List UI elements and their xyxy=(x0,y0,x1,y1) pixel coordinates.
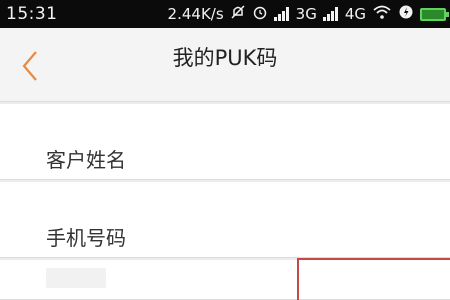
network-3g: 3G xyxy=(295,5,317,23)
customer-name-label: 客户姓名 xyxy=(46,148,126,172)
status-bar: 15:31 2.44K/s 3G 4G xyxy=(0,0,450,28)
page-title: 我的PUK码 xyxy=(172,46,278,70)
status-time: 15:31 xyxy=(6,4,58,24)
status-icons: 2.44K/s 3G 4G xyxy=(167,4,449,24)
phone-number-field[interactable]: 手机号码 xyxy=(0,182,450,258)
customer-name-field[interactable]: 客户姓名 xyxy=(0,104,450,180)
net-speed: 2.44K/s xyxy=(167,5,224,23)
code-input-box[interactable] xyxy=(297,258,450,300)
network-4g: 4G xyxy=(344,5,366,23)
wifi-icon xyxy=(372,4,392,24)
mute-icon xyxy=(230,4,246,24)
signal-icon xyxy=(273,7,290,21)
battery-icon xyxy=(420,7,449,21)
data-saver-icon xyxy=(398,4,414,24)
partial-field-label xyxy=(46,268,106,288)
alarm-icon xyxy=(252,4,268,24)
phone-number-label: 手机号码 xyxy=(46,226,126,250)
signal-icon xyxy=(322,7,339,21)
nav-header: 我的PUK码 xyxy=(0,28,450,102)
